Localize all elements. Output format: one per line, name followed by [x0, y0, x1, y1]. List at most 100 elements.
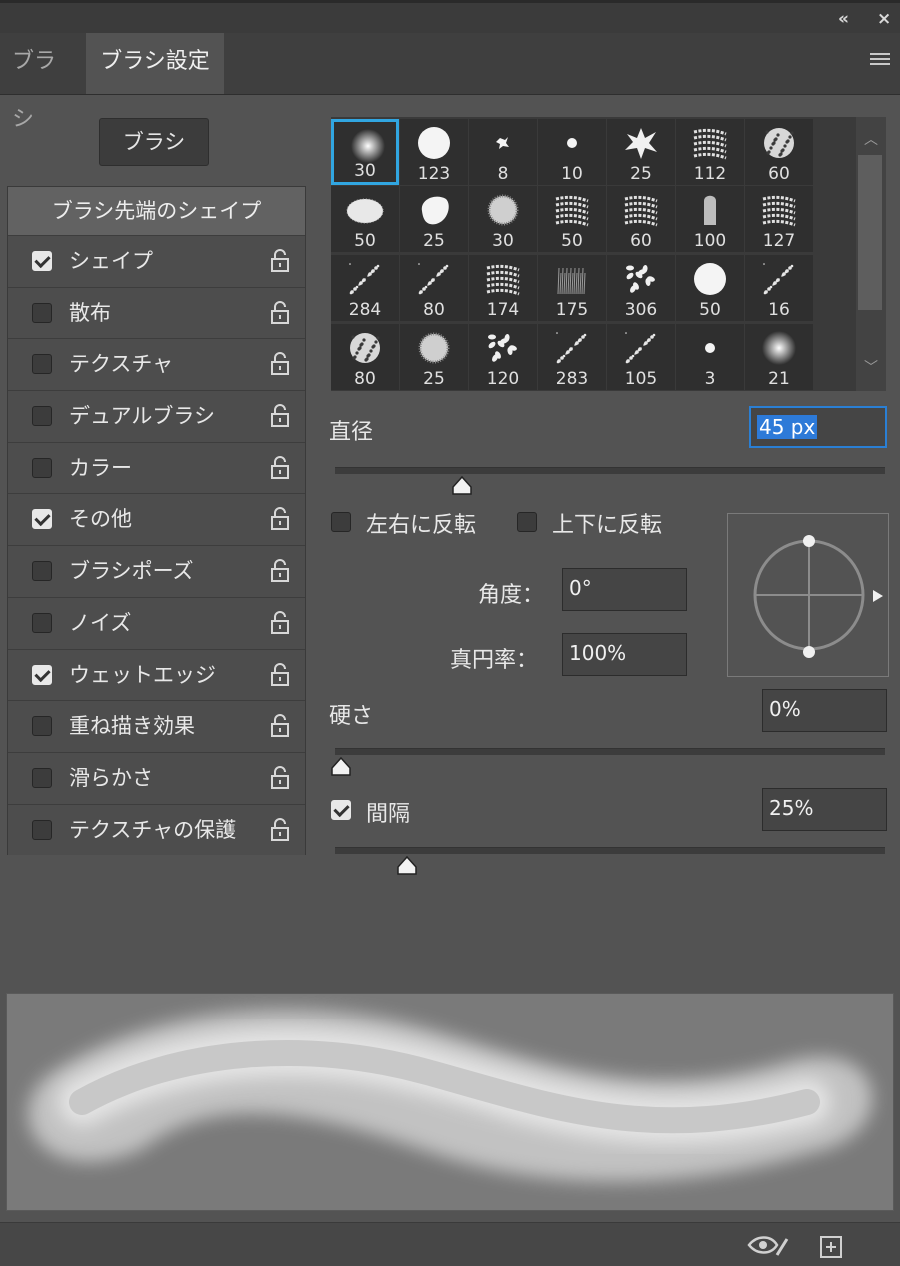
scroll-up-icon[interactable]: ︿ [864, 129, 878, 149]
brush-tip-cell[interactable]: 175 [538, 255, 606, 321]
lock-icon[interactable] [269, 714, 291, 738]
option-row[interactable]: ブラシポーズ [8, 545, 305, 597]
brush-tip-cell[interactable]: 25 [400, 324, 468, 390]
brush-tip-cell[interactable]: 80 [331, 324, 399, 390]
brush-tip-cell[interactable]: 283 [538, 324, 606, 390]
brush-tip-cell[interactable]: 60 [607, 186, 675, 252]
hardness-slider-knob[interactable] [328, 756, 354, 778]
option-checkbox[interactable] [32, 561, 52, 582]
spacing-input[interactable]: 25% [762, 788, 887, 831]
lock-icon[interactable] [269, 455, 291, 480]
option-checkbox[interactable] [32, 354, 52, 375]
diameter-slider-knob[interactable] [449, 475, 475, 497]
panel-menu-icon[interactable] [870, 53, 890, 69]
brush-tip-cell[interactable]: 10 [538, 119, 606, 185]
roundness-input[interactable]: 100% [562, 633, 687, 676]
brush-tip-cell[interactable]: 284 [331, 255, 399, 321]
lock-icon[interactable] [269, 765, 291, 790]
lock-icon[interactable] [269, 249, 291, 273]
close-icon[interactable]: × [877, 9, 891, 29]
option-row[interactable]: その他 [8, 493, 305, 546]
option-row[interactable]: テクスチャの保護 [8, 803, 305, 856]
brush-tip-cell[interactable]: 50 [538, 186, 606, 252]
brush-tip-cell[interactable]: 30 [469, 186, 537, 252]
brush-tip-cell[interactable]: 50 [676, 255, 744, 321]
brush-tip-cell[interactable]: 21 [745, 324, 813, 390]
brushes-button[interactable]: ブラシ [99, 118, 209, 166]
brush-tip-cell[interactable]: 3 [676, 324, 744, 390]
brush-tip-cell[interactable]: 16 [745, 255, 813, 321]
lock-icon[interactable] [269, 610, 291, 635]
lock-icon[interactable] [269, 662, 291, 687]
diameter-input[interactable]: 45 px [749, 406, 887, 448]
brush-tip-cell[interactable]: 306 [607, 255, 675, 321]
hardness-input[interactable]: 0% [762, 689, 887, 732]
brush-tip-size: 25 [423, 369, 445, 389]
option-row[interactable]: 散布 [8, 286, 305, 339]
option-label: ブラシポーズ [69, 559, 194, 584]
option-checkbox[interactable] [32, 664, 52, 685]
brush-tip-swatch-icon [694, 263, 726, 295]
option-checkbox[interactable] [32, 251, 52, 271]
diameter-slider[interactable] [335, 467, 885, 474]
brush-tip-cell[interactable]: 25 [607, 119, 675, 185]
option-checkbox[interactable] [32, 767, 52, 788]
lock-icon[interactable] [269, 559, 291, 583]
lock-icon[interactable] [269, 404, 291, 428]
option-checkbox[interactable] [32, 509, 52, 530]
option-checkbox[interactable] [32, 302, 52, 323]
option-row[interactable]: ノイズ [8, 596, 305, 649]
brush-tip-cell[interactable]: 50 [331, 186, 399, 252]
scroll-down-icon[interactable]: ﹀ [864, 357, 878, 377]
lock-icon[interactable] [269, 817, 291, 842]
brush-tip-cell[interactable]: 112 [676, 119, 744, 185]
brush-tip-cell[interactable]: 100 [676, 186, 744, 252]
brush-tip-cell[interactable]: 8 [469, 119, 537, 185]
option-row[interactable]: テクスチャ [8, 338, 305, 391]
brush-tip-cell[interactable]: 120 [469, 324, 537, 390]
option-row[interactable]: シェイプ [8, 235, 305, 287]
brush-tip-cell[interactable]: 60 [745, 119, 813, 185]
option-checkbox[interactable] [32, 819, 52, 840]
brush-tip-cell[interactable]: 123 [400, 119, 468, 185]
hardness-slider[interactable] [335, 748, 885, 755]
scroll-thumb[interactable] [858, 155, 882, 310]
brush-tip-swatch-icon [496, 137, 509, 149]
option-row[interactable]: 重ね描き効果 [8, 700, 305, 752]
angle-roundness-widget[interactable] [727, 513, 889, 677]
eye-brush-icon[interactable] [747, 1235, 789, 1257]
flip-x-checkbox[interactable] [331, 512, 351, 532]
option-row[interactable]: デュアルブラシ [8, 390, 305, 442]
tab-brushes[interactable]: ブラシ [0, 33, 86, 132]
lock-icon[interactable] [269, 507, 291, 531]
lock-icon[interactable] [269, 352, 291, 376]
lock-icon[interactable] [269, 300, 291, 325]
brush-tip-cell[interactable]: 80 [400, 255, 468, 321]
new-preset-icon[interactable] [819, 1235, 843, 1259]
spacing-slider[interactable] [335, 847, 885, 854]
flip-y-checkbox[interactable] [517, 512, 537, 532]
brush-tip-cell[interactable]: 174 [469, 255, 537, 321]
brush-grid-scrollbar[interactable]: ︿ ﹀ [856, 117, 886, 391]
brush-tip-shape-item[interactable]: ブラシ先端のシェイプ [8, 187, 305, 235]
option-label: 滑らかさ [69, 765, 153, 790]
option-checkbox[interactable] [32, 406, 52, 427]
angle-circle-icon[interactable] [728, 514, 888, 676]
option-checkbox[interactable] [32, 612, 52, 633]
option-row[interactable]: ウェットエッジ [8, 648, 305, 701]
tab-brush-settings[interactable]: ブラシ設定 [86, 33, 224, 94]
spacing-slider-knob[interactable] [394, 855, 420, 877]
collapse-double-arrow-icon[interactable]: « [838, 9, 849, 29]
option-row[interactable]: 滑らかさ [8, 751, 305, 804]
option-checkbox[interactable] [32, 716, 52, 737]
angle-label: 角度： [478, 583, 545, 608]
option-row[interactable]: カラー [8, 441, 305, 494]
option-checkbox[interactable] [32, 457, 52, 478]
spacing-checkbox[interactable] [331, 800, 351, 820]
brush-tip-size: 120 [486, 369, 520, 389]
brush-tip-cell[interactable]: 25 [400, 186, 468, 252]
brush-tip-cell[interactable]: 105 [607, 324, 675, 390]
angle-input[interactable]: 0° [562, 568, 687, 611]
brush-tip-cell[interactable]: 30 [331, 119, 399, 185]
brush-tip-cell[interactable]: 127 [745, 186, 813, 252]
